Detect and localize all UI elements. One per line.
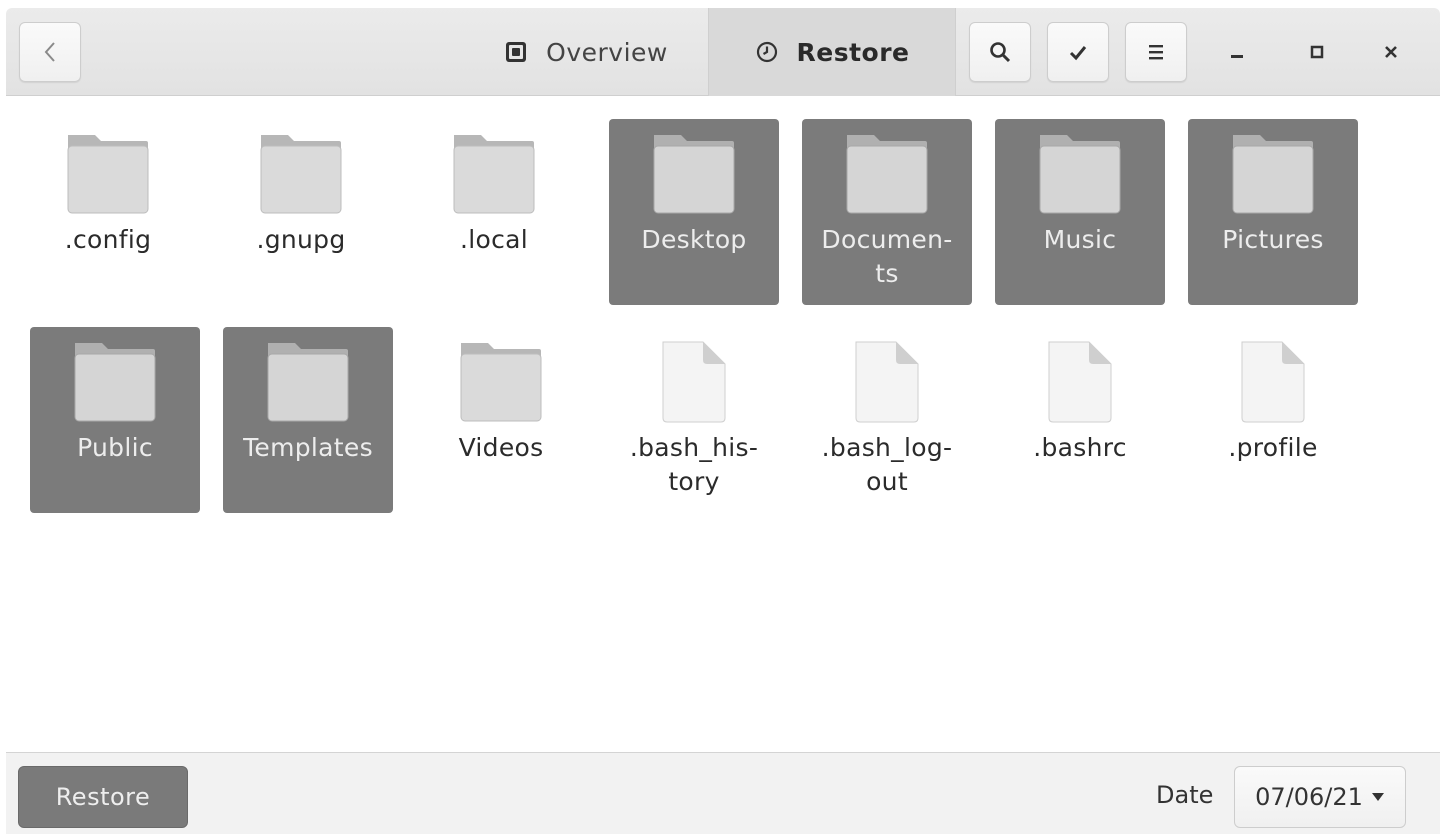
app-window: Overview Restore .config .gnupg .local D…: [6, 8, 1440, 834]
file-name: Public: [77, 433, 153, 462]
folder-item[interactable]: Music: [995, 119, 1165, 305]
file-name: Pictures: [1222, 225, 1324, 254]
document-icon: [1048, 341, 1112, 423]
back-icon: [44, 42, 55, 62]
folder-icon: [460, 343, 542, 422]
file-name: Music: [1043, 225, 1117, 254]
folder-item[interactable]: Templates: [223, 327, 393, 513]
dropdown-arrow-icon: [1371, 793, 1384, 801]
folder-item[interactable]: .gnupg: [216, 119, 386, 305]
file-name: Templates: [243, 433, 373, 462]
folder-item[interactable]: Public: [30, 327, 200, 513]
folder-icon: [846, 135, 928, 214]
file-item[interactable]: .bash_log-out: [802, 327, 972, 513]
folder-item[interactable]: Videos: [416, 327, 586, 513]
checkmark-icon: [1069, 46, 1087, 61]
tab-overview[interactable]: Overview: [464, 8, 708, 96]
folder-item[interactable]: .local: [409, 119, 579, 305]
folder-icon: [1039, 135, 1121, 214]
file-name: Desktop: [641, 225, 747, 254]
search-button[interactable]: [969, 22, 1031, 82]
minimize-button[interactable]: [1209, 22, 1265, 82]
folder-icon: [67, 135, 149, 214]
folder-icon: [74, 343, 156, 422]
restore-button[interactable]: Restore: [18, 766, 188, 828]
file-name: .bash_log-out: [821, 433, 953, 496]
overview-icon: [506, 42, 527, 62]
folder-icon: [653, 135, 735, 214]
minimize-icon: [1231, 55, 1243, 58]
clock-icon: [756, 41, 777, 63]
file-item[interactable]: .bashrc: [995, 327, 1165, 513]
file-name: .local: [460, 225, 528, 254]
folder-item[interactable]: Pictures: [1188, 119, 1358, 305]
folder-icon: [453, 135, 535, 214]
search-icon: [990, 42, 1011, 63]
file-name: Documen-ts: [821, 225, 953, 288]
date-dropdown[interactable]: 07/06/21: [1234, 766, 1406, 828]
file-name: .bashrc: [1033, 433, 1127, 462]
folder-item[interactable]: .config: [23, 119, 193, 305]
header-bar: Overview Restore: [6, 8, 1440, 96]
selection-mode-button[interactable]: [1047, 22, 1109, 82]
tab-overview-label: Overview: [546, 37, 668, 67]
file-name: .bash_his-tory: [629, 433, 759, 496]
action-bar: Restore Date 07/06/21: [6, 752, 1440, 834]
folder-icon: [267, 343, 349, 422]
folder-icon: [260, 135, 342, 214]
file-name: .gnupg: [256, 225, 346, 254]
hamburger-menu-icon: [1149, 45, 1163, 60]
folder-item[interactable]: Documen-ts: [802, 119, 972, 305]
close-icon: [1385, 46, 1397, 58]
tab-restore-label: Restore: [796, 37, 910, 67]
folder-item[interactable]: Desktop: [609, 119, 779, 305]
folder-icon: [1232, 135, 1314, 214]
document-icon: [662, 341, 726, 423]
close-button[interactable]: [1363, 22, 1419, 82]
date-label: Date: [1156, 781, 1214, 809]
maximize-icon: [1310, 45, 1324, 59]
back-button[interactable]: [19, 22, 81, 82]
menu-button[interactable]: [1125, 22, 1187, 82]
file-item[interactable]: .bash_his-tory: [609, 327, 779, 513]
file-name: .config: [64, 225, 152, 254]
file-name: .profile: [1228, 433, 1318, 462]
document-icon: [855, 341, 919, 423]
date-value: 07/06/21: [1255, 783, 1363, 811]
file-item[interactable]: .profile: [1188, 327, 1358, 513]
tab-restore[interactable]: Restore: [708, 8, 956, 96]
document-icon: [1241, 341, 1305, 423]
file-name: Videos: [458, 433, 544, 462]
maximize-button[interactable]: [1289, 22, 1345, 82]
